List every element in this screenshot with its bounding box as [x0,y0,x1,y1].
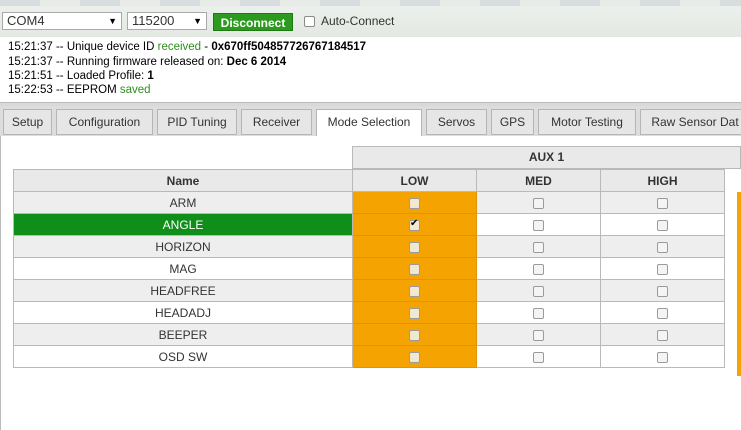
low-cell [352,235,477,258]
mode-table: Name LOW MED HIGH ARMANGLEHORIZONMAGHEAD… [13,169,725,368]
mode-name: ARM [13,191,353,214]
high-checkbox[interactable] [657,263,668,275]
auto-connect-checkbox[interactable] [304,16,315,27]
high-cell [600,235,725,258]
high-cell [600,323,725,346]
low-cell [352,301,477,324]
chevron-down-icon: ▼ [193,16,202,26]
mode-name: MAG [13,257,353,280]
tab-configuration[interactable]: Configuration [56,109,153,135]
mode-row: HEADADJ [13,301,725,324]
low-cell [352,323,477,346]
high-cell [600,279,725,302]
decorative-strip [0,0,741,6]
baud-value: 115200 [132,13,175,28]
med-cell [476,235,601,258]
mode-row: HEADFREE [13,279,725,302]
port-select[interactable]: COM4 ▼ [2,12,122,30]
high-checkbox[interactable] [657,219,668,231]
tab-receiver[interactable]: Receiver [241,109,312,135]
med-checkbox[interactable] [533,241,544,253]
med-cell [476,301,601,324]
low-cell [352,257,477,280]
tab-mode-selection[interactable]: Mode Selection [316,109,422,137]
mode-name: HEADFREE [13,279,353,302]
log-line: 15:22:53 -- EEPROM saved [8,84,151,96]
log-line: 15:21:51 -- Loaded Profile: 1 [8,70,154,82]
med-cell [476,257,601,280]
low-checkbox[interactable] [409,263,420,275]
mode-row: MAG [13,257,725,280]
mode-row: ARM [13,191,725,214]
mode-name: BEEPER [13,323,353,346]
low-cell [352,279,477,302]
high-cell [600,213,725,236]
top-toolbar: COM4 ▼ 115200 ▼ Disconnect Auto-Connect [0,0,741,37]
mode-name: HEADADJ [13,301,353,324]
log-line: 15:21:37 -- Unique device ID received - … [8,41,367,53]
low-cell [352,191,477,214]
high-checkbox[interactable] [657,351,668,363]
auto-connect-label: Auto-Connect [321,14,395,28]
med-cell [476,191,601,214]
med-cell [476,323,601,346]
high-checkbox[interactable] [657,285,668,297]
low-cell [352,345,477,368]
high-cell [600,257,725,280]
tab-raw-sensor-data[interactable]: Raw Sensor Dat [640,109,741,135]
high-checkbox[interactable] [657,307,668,319]
name-column-header: Name [13,169,353,192]
mode-row: BEEPER [13,323,725,346]
high-cell [600,191,725,214]
high-column-header: HIGH [600,169,725,192]
low-checkbox[interactable] [409,241,420,253]
high-checkbox[interactable] [657,241,668,253]
low-checkbox[interactable] [409,218,420,231]
mode-row: OSD SW [13,345,725,368]
mode-row: ANGLE [13,213,725,236]
aux-channel-header: AUX 1 [352,146,741,169]
tab-setup[interactable]: Setup [3,109,52,135]
med-cell [476,279,601,302]
mode-row: HORIZON [13,235,725,258]
mode-name: ANGLE [13,213,353,236]
high-checkbox[interactable] [657,197,668,209]
chevron-down-icon: ▼ [108,16,117,26]
med-checkbox[interactable] [533,197,544,209]
range-indicator [737,192,741,376]
tab-motor-testing[interactable]: Motor Testing [538,109,636,135]
tab-gps[interactable]: GPS [491,109,534,135]
high-cell [600,345,725,368]
tab-pid-tuning[interactable]: PID Tuning [157,109,237,135]
med-cell [476,213,601,236]
med-checkbox[interactable] [533,219,544,231]
med-checkbox[interactable] [533,285,544,297]
log-panel[interactable]: 15:21:37 -- Unique device ID received - … [0,37,741,102]
med-checkbox[interactable] [533,329,544,341]
low-checkbox[interactable] [409,197,420,209]
high-checkbox[interactable] [657,329,668,341]
med-checkbox[interactable] [533,351,544,363]
mode-name: HORIZON [13,235,353,258]
med-cell [476,345,601,368]
med-column-header: MED [476,169,601,192]
port-value: COM4 [7,13,45,28]
low-checkbox[interactable] [409,329,420,341]
low-checkbox[interactable] [409,285,420,297]
med-checkbox[interactable] [533,263,544,275]
low-column-header: LOW [352,169,477,192]
tab-bar: Setup Configuration PID Tuning Receiver … [0,106,741,137]
low-checkbox[interactable] [409,307,420,319]
low-cell [352,213,477,236]
low-checkbox[interactable] [409,351,420,363]
high-cell [600,301,725,324]
baud-select[interactable]: 115200 ▼ [127,12,207,30]
mode-name: OSD SW [13,345,353,368]
tab-servos[interactable]: Servos [426,109,487,135]
med-checkbox[interactable] [533,307,544,319]
disconnect-button[interactable]: Disconnect [213,13,293,31]
log-line: 15:21:37 -- Running firmware released on… [8,56,287,68]
